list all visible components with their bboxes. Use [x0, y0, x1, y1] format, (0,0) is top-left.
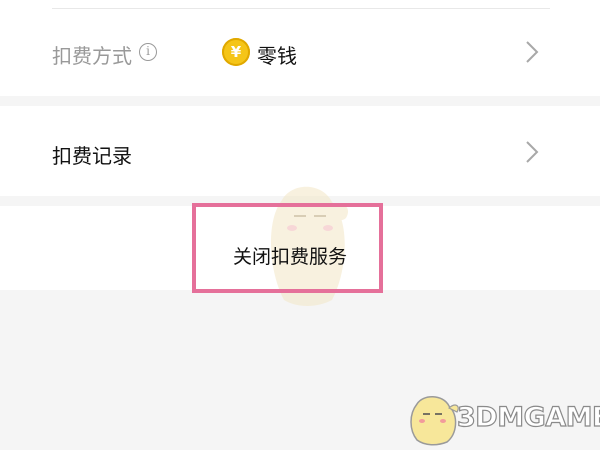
payment-method-card: 扣费方式 i ¥ 零钱 [0, 0, 600, 96]
divider [52, 8, 550, 9]
watermark-text: 3DMGAME [456, 401, 600, 433]
records-label: 扣费记录 [52, 144, 132, 168]
mascot-logo-icon [410, 396, 459, 446]
chevron-right-icon [526, 141, 539, 163]
yen-coin-icon: ¥ [222, 38, 250, 66]
chevron-right-icon [526, 41, 539, 63]
info-icon[interactable]: i [139, 43, 157, 61]
payment-method-value: 零钱 [257, 44, 297, 68]
payment-method-label: 扣费方式 [52, 44, 132, 68]
close-service-button[interactable]: 关闭扣费服务 [195, 220, 385, 290]
site-watermark: 3DMGAME [405, 388, 600, 448]
